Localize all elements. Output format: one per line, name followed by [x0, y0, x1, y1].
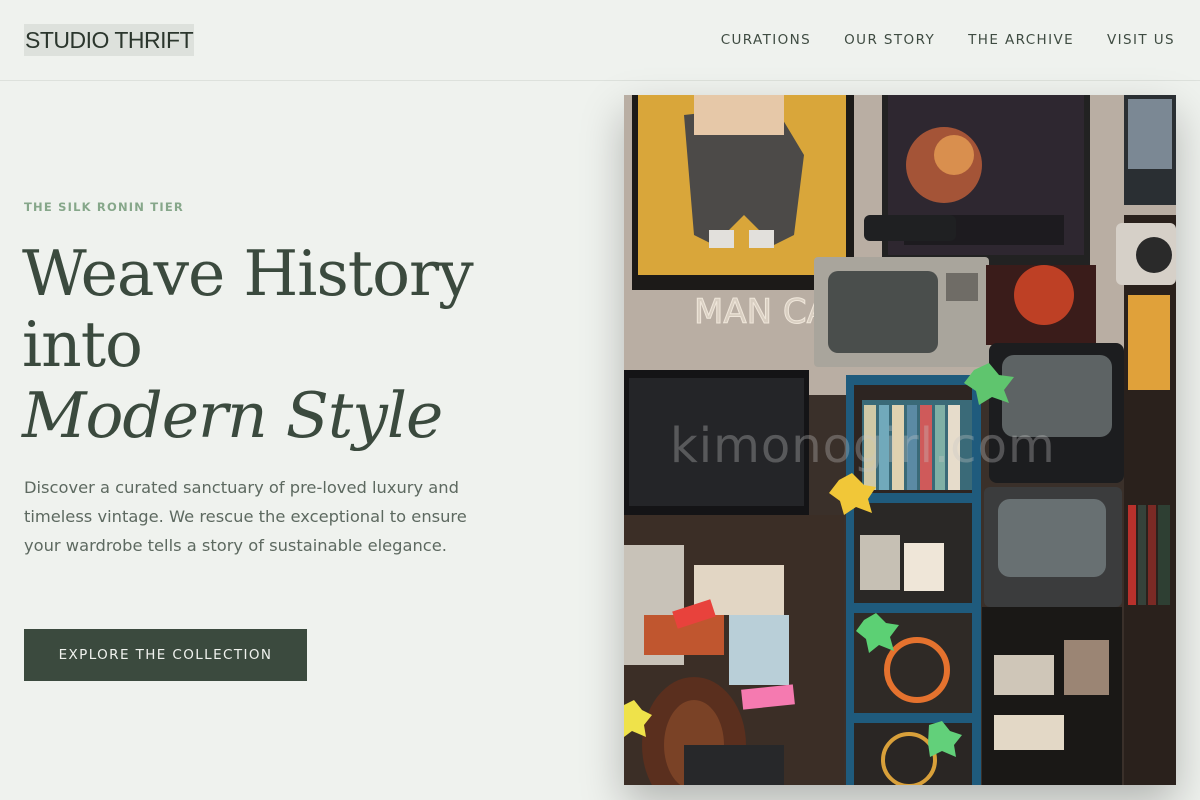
hero-image: MAN CAVE: [624, 95, 1176, 785]
hero-description: Discover a curated sanctuary of pre-love…: [24, 478, 467, 555]
explore-collection-button[interactable]: EXPLORE THE COLLECTION: [24, 629, 307, 681]
headline-line-3: Modern Style: [22, 379, 443, 452]
hero-eyebrow: THE SILK RONIN TIER: [24, 200, 184, 214]
hero-headline: Weave History into Modern Style: [22, 238, 582, 451]
nav-item-visit-us[interactable]: VISIT US: [1107, 30, 1175, 50]
hero-image-illustration: MAN CAVE: [624, 95, 1176, 785]
main-nav: CURATIONS OUR STORY THE ARCHIVE VISIT US: [688, 30, 1175, 50]
headline-line-2: into: [22, 308, 143, 381]
nav-item-our-story[interactable]: OUR STORY: [844, 30, 935, 50]
nav-item-the-archive[interactable]: THE ARCHIVE: [968, 30, 1074, 50]
site-header: STUDIO THRIFT CURATIONS OUR STORY THE AR…: [0, 0, 1200, 81]
headline-line-1: Weave History: [22, 237, 474, 310]
nav-item-curations[interactable]: CURATIONS: [721, 30, 811, 50]
brand-logo[interactable]: STUDIO THRIFT: [24, 24, 195, 56]
